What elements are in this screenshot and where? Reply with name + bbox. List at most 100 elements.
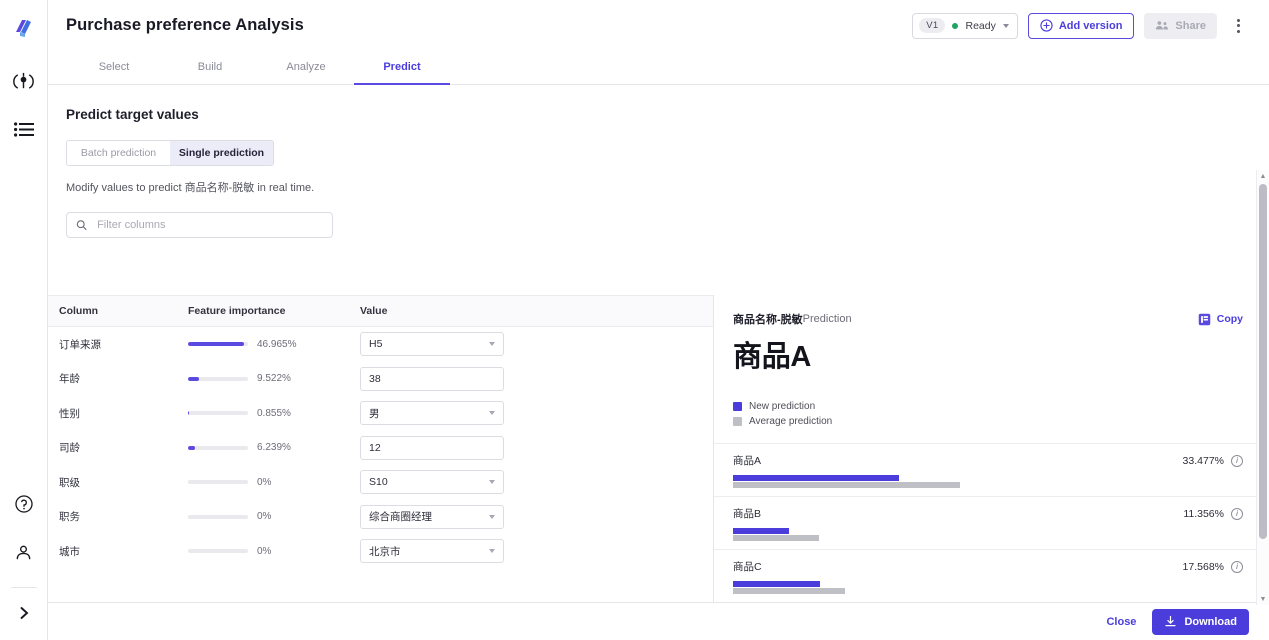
importance-bar-track xyxy=(188,445,248,450)
importance-bar-track xyxy=(188,480,248,485)
prediction-distribution-list: 商品A 33.477% i 商品B 11.356% i 商品C 17.568% i xyxy=(714,443,1269,602)
value-select[interactable]: 北京市 xyxy=(360,539,504,564)
legend-item-new: New prediction xyxy=(733,401,1269,412)
importance-bar-track xyxy=(188,342,248,347)
prediction-row-percent: 33.477% xyxy=(1182,454,1224,467)
prediction-row-label: 商品C xyxy=(733,561,762,573)
importance-value: 0% xyxy=(257,511,272,523)
tab-predict[interactable]: Predict xyxy=(354,51,450,85)
th-feature-importance: Feature importance xyxy=(188,305,286,317)
average-prediction-bar xyxy=(733,588,846,594)
download-label: Download xyxy=(1184,615,1237,628)
value-input[interactable]: 12 xyxy=(360,435,504,460)
cell-feature-importance: 0% xyxy=(188,546,360,557)
prediction-row-header: 商品C 17.568% i xyxy=(733,559,1243,574)
table-row: 职级 0% S10 xyxy=(48,465,713,500)
prediction-row: 商品A 33.477% i xyxy=(714,443,1269,496)
tab-select[interactable]: Select xyxy=(66,51,162,85)
share-people-icon xyxy=(1156,21,1169,30)
scrollbar-thumb[interactable] xyxy=(1259,184,1267,539)
value-text: 综合商圈经理 xyxy=(369,511,432,524)
info-icon[interactable]: i xyxy=(1231,454,1243,467)
filter-columns-search[interactable] xyxy=(66,212,333,238)
list-icon[interactable] xyxy=(7,112,41,146)
prediction-bars xyxy=(733,528,1243,541)
prediction-hint: Modify values to predict 商品名称-脱敏 in real… xyxy=(66,182,315,194)
average-prediction-bar xyxy=(733,482,961,488)
value-select[interactable]: 综合商圈经理 xyxy=(360,504,504,529)
prediction-row-header: 商品B 11.356% i xyxy=(733,506,1243,521)
search-icon xyxy=(76,220,87,230)
copy-icon xyxy=(1198,313,1211,325)
cell-column-name: 年龄 xyxy=(59,373,80,386)
importance-value: 0% xyxy=(257,476,272,488)
importance-bar-track xyxy=(188,514,248,519)
add-version-label: Add version xyxy=(1058,19,1123,32)
value-input[interactable]: 38 xyxy=(360,366,504,391)
prediction-target-name: 商品名称-脱敏 xyxy=(733,314,803,326)
close-button[interactable]: Close xyxy=(1106,616,1136,628)
cell-feature-importance: 0.855% xyxy=(188,408,360,419)
importance-value: 46.965% xyxy=(257,338,297,350)
expand-icon[interactable] xyxy=(7,596,41,630)
info-icon[interactable]: i xyxy=(1231,507,1243,520)
status-label: Ready xyxy=(965,19,996,32)
version-chip: V1 xyxy=(919,18,946,33)
app-logo-icon[interactable] xyxy=(7,12,41,46)
share-button[interactable]: Share xyxy=(1144,12,1217,39)
single-prediction-option[interactable]: Single prediction xyxy=(170,141,273,165)
download-button[interactable]: Download xyxy=(1152,608,1249,635)
cell-feature-importance: 46.965% xyxy=(188,339,360,350)
application-window: Purchase preference Analysis V1 Ready Ad… xyxy=(0,0,1269,640)
prediction-row: 商品C 17.568% i xyxy=(714,549,1269,602)
prediction-result-pane: 商品名称-脱敏 Prediction Copy 商品A New predicti… xyxy=(714,295,1269,602)
version-status-selector[interactable]: V1 Ready xyxy=(912,12,1018,39)
prediction-label-suffix: Prediction xyxy=(802,313,852,325)
add-version-button[interactable]: Add version xyxy=(1027,12,1135,39)
value-text: 北京市 xyxy=(369,545,401,558)
cell-column-name: 订单来源 xyxy=(59,338,101,351)
legend-swatch-new xyxy=(733,402,742,411)
tab-analyze[interactable]: Analyze xyxy=(258,51,354,85)
page-scrollbar[interactable]: ▲ ▼ xyxy=(1256,170,1269,605)
help-icon[interactable] xyxy=(7,487,41,521)
cell-column-name: 司龄 xyxy=(59,442,80,455)
legend-item-average: Average prediction xyxy=(733,416,1269,427)
workflow-tabs: Select Build Analyze Predict xyxy=(48,51,1269,85)
scroll-up-arrow[interactable]: ▲ xyxy=(1257,170,1269,182)
table-row: 性别 0.855% 男 xyxy=(48,396,713,431)
th-value: Value xyxy=(360,305,388,317)
new-prediction-bar xyxy=(733,528,790,534)
legend-label-average: Average prediction xyxy=(749,416,833,427)
chevron-down-icon xyxy=(489,480,495,485)
cell-feature-importance: 9.522% xyxy=(188,373,360,384)
new-prediction-bar xyxy=(733,475,900,481)
info-icon[interactable]: i xyxy=(1231,560,1243,573)
scroll-down-arrow[interactable]: ▼ xyxy=(1257,593,1269,605)
table-row: 城市 0% 北京市 xyxy=(48,534,713,569)
predict-split: Column Feature importance Value 订单来源 46.9… xyxy=(48,295,1269,602)
legend-swatch-average xyxy=(733,417,742,426)
search-input[interactable] xyxy=(95,218,323,232)
model-icon[interactable] xyxy=(7,64,41,98)
tab-build[interactable]: Build xyxy=(162,51,258,85)
prediction-legend: New prediction Average prediction xyxy=(733,401,1269,431)
copy-label: Copy xyxy=(1216,313,1243,325)
more-options-icon[interactable] xyxy=(1227,13,1249,39)
cell-value: 北京市 xyxy=(360,539,713,564)
plus-circle-icon xyxy=(1040,19,1053,32)
download-icon xyxy=(1165,615,1176,627)
value-select[interactable]: 男 xyxy=(360,401,504,426)
main-region: Purchase preference Analysis V1 Ready Ad… xyxy=(48,0,1269,640)
copy-button[interactable]: Copy xyxy=(1198,313,1243,326)
batch-prediction-option[interactable]: Batch prediction xyxy=(67,141,170,165)
importance-value: 9.522% xyxy=(257,373,291,385)
value-select[interactable]: S10 xyxy=(360,470,504,495)
feature-table-pane: Column Feature importance Value 订单来源 46.9… xyxy=(48,295,714,602)
account-icon[interactable] xyxy=(7,535,41,569)
footer-bar: Close Download xyxy=(48,602,1269,640)
left-nav-rail xyxy=(0,0,48,640)
value-select[interactable]: H5 xyxy=(360,332,504,357)
cell-column-name: 性别 xyxy=(59,407,80,420)
importance-value: 6.239% xyxy=(257,442,291,454)
